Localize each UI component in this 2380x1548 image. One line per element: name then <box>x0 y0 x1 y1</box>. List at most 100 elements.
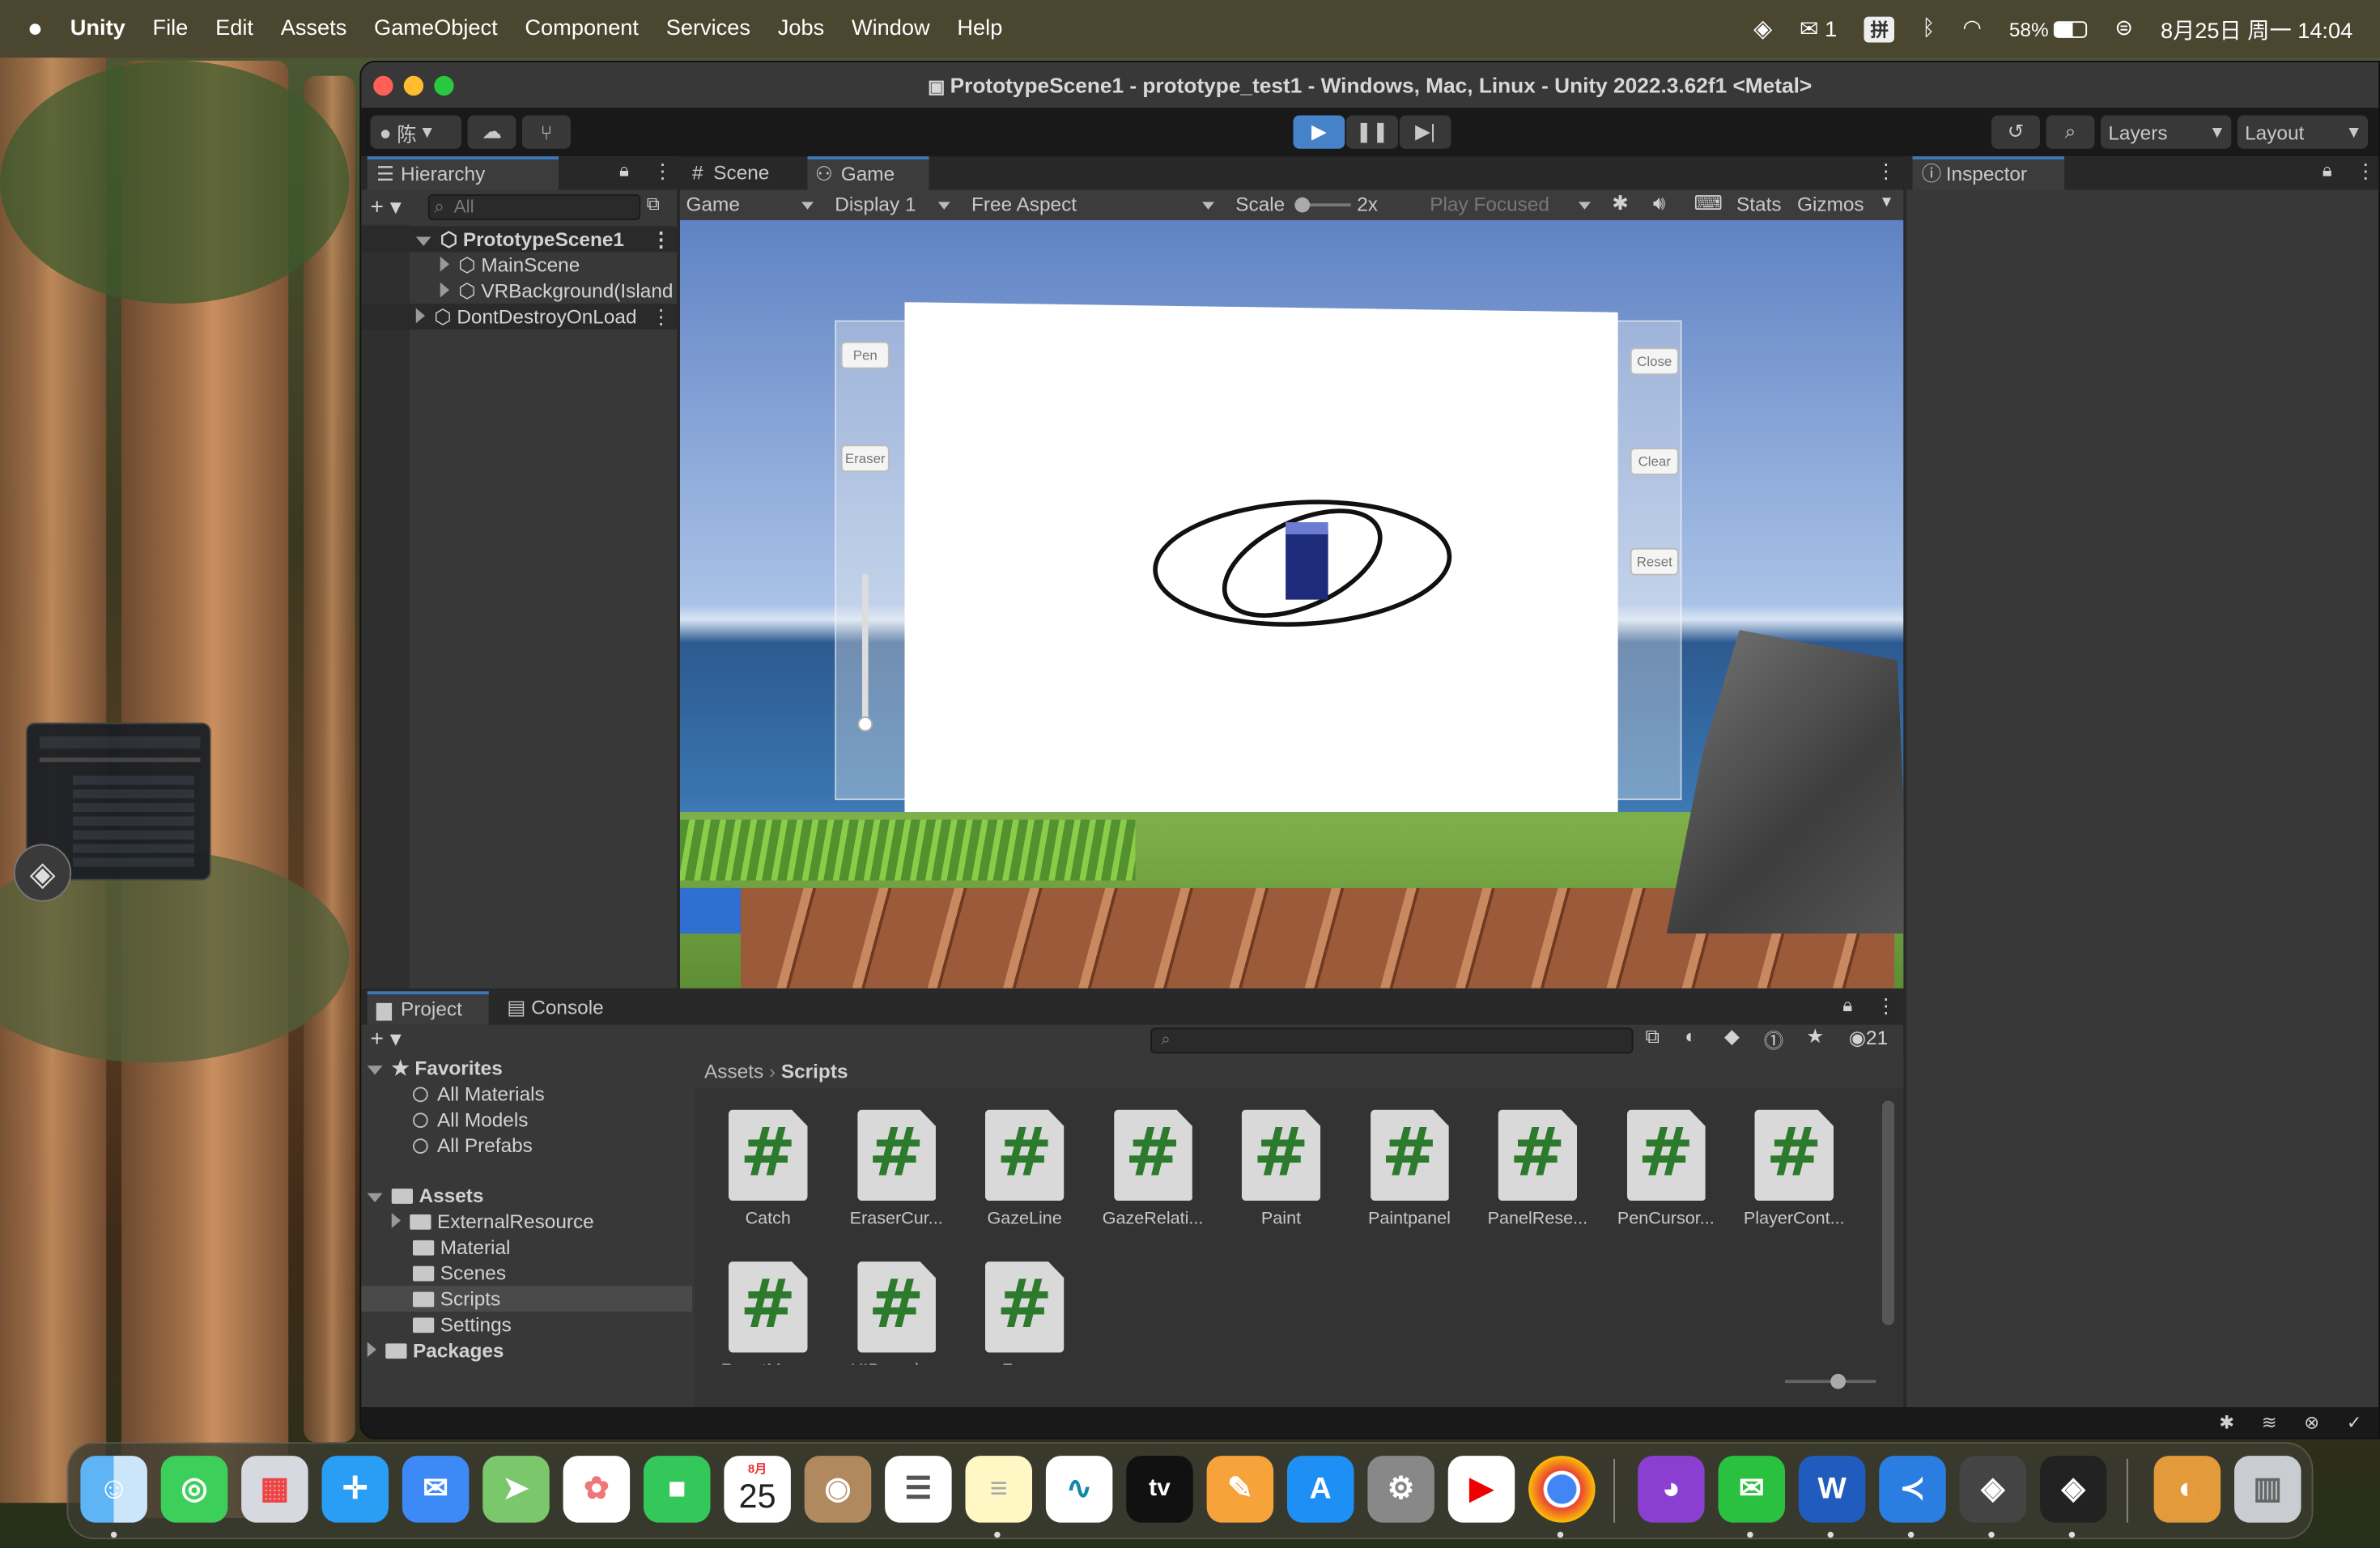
script-asset[interactable]: # Paintpanel <box>1345 1109 1473 1228</box>
menubar-datetime[interactable]: 8月25日 周一 14:04 <box>2161 13 2352 45</box>
warning-filter-icon[interactable]: ⓵ <box>1764 1025 1783 1054</box>
cloud-button[interactable]: ☁ <box>467 115 516 149</box>
apple-tv-icon[interactable]: tv <box>1126 1456 1193 1523</box>
tree-assets[interactable]: Assets <box>367 1183 483 1209</box>
brush-size-slider-handle[interactable] <box>857 717 873 732</box>
gizmos-button[interactable]: Gizmos <box>1797 193 1864 215</box>
brush-size-slider[interactable] <box>857 573 873 732</box>
battery-status[interactable]: 58% <box>2009 18 2088 40</box>
breadcrumb-scripts[interactable]: Scripts <box>781 1060 848 1082</box>
scale-slider-handle[interactable] <box>1294 197 1311 213</box>
menu-window[interactable]: Window <box>852 17 930 41</box>
lock-icon[interactable]: 🔒︎ <box>1842 994 1852 1017</box>
check-icon[interactable]: ✓ <box>2347 1412 2362 1433</box>
tree-all-models[interactable]: All Models <box>413 1107 528 1133</box>
tab-project[interactable]: ▆ Project <box>367 991 489 1025</box>
script-asset[interactable]: # UIBounds... <box>832 1261 960 1365</box>
project-add-button[interactable]: + ▾ <box>371 1025 402 1053</box>
favorite-star-icon[interactable]: ★ <box>1806 1025 1824 1049</box>
bluetooth-icon[interactable]: ᛒ <box>1922 17 1935 41</box>
debug-icon[interactable]: ✱ <box>2219 1412 2234 1433</box>
apple-icon[interactable]: ● <box>28 14 43 45</box>
hierarchy-item-scene[interactable]: ⬡ PrototypeScene1 ⋮ <box>361 226 678 253</box>
reminders-icon[interactable]: ☰ <box>885 1456 952 1523</box>
audio-mute-icon[interactable]: 🔊︎ <box>1653 191 1665 215</box>
tree-favorites[interactable]: ★ Favorites <box>367 1055 503 1081</box>
qq-icon[interactable]: ◐ <box>2153 1456 2221 1523</box>
tree-material[interactable]: Material <box>413 1234 510 1260</box>
tree-externalresource[interactable]: ExternalResource <box>391 1209 594 1235</box>
label-tag-icon[interactable]: ◆ <box>1724 1025 1740 1049</box>
tab-game[interactable]: ⚇ Game <box>807 156 929 190</box>
scale-slider[interactable] <box>1294 197 1351 213</box>
network-icon[interactable]: ⊗ <box>2304 1412 2319 1433</box>
menu-app-name[interactable]: Unity <box>70 17 125 41</box>
zoom-window-button[interactable] <box>434 75 454 96</box>
wifi-icon[interactable]: ◠ <box>1962 17 1982 41</box>
input-method-icon[interactable]: 拼 <box>1864 15 1895 42</box>
more-icon[interactable]: ⋮ <box>652 159 672 184</box>
pen-button[interactable]: Pen <box>840 341 890 369</box>
more-icon[interactable]: ⋮ <box>2356 159 2375 184</box>
script-asset[interactable]: # GazeRelati... <box>1089 1109 1217 1228</box>
script-asset[interactable]: # PlayerCont... <box>1731 1109 1859 1228</box>
reset-button[interactable]: Reset <box>1630 547 1679 576</box>
control-center-icon[interactable]: ⊜ <box>2114 17 2133 41</box>
icon-size-slider-handle[interactable] <box>1830 1373 1846 1389</box>
lock-icon[interactable]: 🔒︎ <box>619 159 629 182</box>
undo-history-button[interactable]: ↺ <box>1991 115 2040 149</box>
hidden-packages-count[interactable]: ◉21 <box>1849 1027 1888 1051</box>
aspect-dropdown[interactable]: Free Aspect <box>966 189 1224 220</box>
pause-button[interactable]: ❚❚ <box>1346 115 1398 149</box>
tree-all-prefabs[interactable]: All Prefabs <box>413 1133 533 1159</box>
script-asset[interactable]: # Zoom <box>961 1261 1089 1365</box>
more-icon[interactable]: ⋮ <box>651 226 670 252</box>
unity-editor-icon[interactable]: ◈ <box>2040 1456 2107 1523</box>
hierarchy-add-button[interactable]: + ▾ <box>371 193 402 220</box>
search-scope-icon[interactable]: ⧉ <box>1646 1025 1660 1049</box>
menu-component[interactable]: Component <box>525 17 639 41</box>
script-asset[interactable]: # EraserCur... <box>832 1109 960 1228</box>
layout-dropdown[interactable]: Layout ▾ <box>2237 115 2368 149</box>
icon-size-slider[interactable] <box>1785 1373 1876 1389</box>
project-search-input[interactable]: ⌕ <box>1150 1027 1634 1054</box>
more-icon[interactable]: ⋮ <box>1876 159 1896 184</box>
drawing-canvas[interactable] <box>904 302 1618 813</box>
maps-icon[interactable]: ➤ <box>482 1456 550 1523</box>
bug-icon[interactable]: ✱ <box>1612 191 1628 215</box>
script-asset[interactable]: # GazeLine <box>961 1109 1089 1228</box>
unity-status-icon[interactable]: ◈ <box>1753 14 1772 45</box>
display-dropdown[interactable]: Display 1 <box>829 189 959 220</box>
script-asset[interactable]: # Catch <box>704 1109 832 1228</box>
unity-hub-floating-icon[interactable]: ◈ <box>13 844 72 902</box>
pages-icon[interactable]: ✎ <box>1206 1456 1274 1523</box>
breadcrumb-assets[interactable]: Assets <box>704 1060 763 1082</box>
app-store-icon[interactable]: A <box>1287 1456 1354 1523</box>
more-icon[interactable]: ⋮ <box>651 304 671 330</box>
tree-all-materials[interactable]: All Materials <box>413 1081 545 1107</box>
tab-console[interactable]: ▤ Console <box>498 991 635 1024</box>
close-window-button[interactable] <box>373 75 393 96</box>
eraser-button[interactable]: Eraser <box>840 444 890 473</box>
messages-icon[interactable]: ◎ <box>160 1456 228 1523</box>
step-button[interactable]: ▶| <box>1399 115 1451 149</box>
hierarchy-search-input[interactable]: ⌕ All <box>427 194 641 220</box>
play-button[interactable]: ▶ <box>1293 115 1345 149</box>
tree-scripts[interactable]: Scripts <box>413 1286 500 1312</box>
search-button[interactable]: ⌕ <box>2046 115 2095 149</box>
github-desktop-icon[interactable]: ◕ <box>1638 1456 1705 1523</box>
notes-icon[interactable]: ≡ <box>965 1456 1032 1523</box>
asset-grid-scrollbar[interactable] <box>1882 1100 1894 1325</box>
hierarchy-item-dontdestroy[interactable]: ⬡ DontDestroyOnLoad ⋮ <box>361 304 678 330</box>
scene-visibility-icon[interactable]: ⧉ <box>647 193 660 215</box>
vscode-icon[interactable]: ≺ <box>1879 1456 1946 1523</box>
freeform-icon[interactable]: ∿ <box>1045 1456 1113 1523</box>
launchpad-icon[interactable]: ▦ <box>241 1456 308 1523</box>
chevron-down-icon[interactable]: ▼ <box>1879 194 1894 211</box>
menu-services[interactable]: Services <box>666 17 750 41</box>
game-render-view[interactable]: Pen Eraser Close Clear Reset <box>680 219 1904 989</box>
trash-icon[interactable]: ▥ <box>2234 1456 2301 1523</box>
filter-type-icon[interactable]: ◐ <box>1685 1025 1697 1048</box>
menu-edit[interactable]: Edit <box>215 17 253 41</box>
mail-icon[interactable]: ✉ <box>402 1456 470 1523</box>
